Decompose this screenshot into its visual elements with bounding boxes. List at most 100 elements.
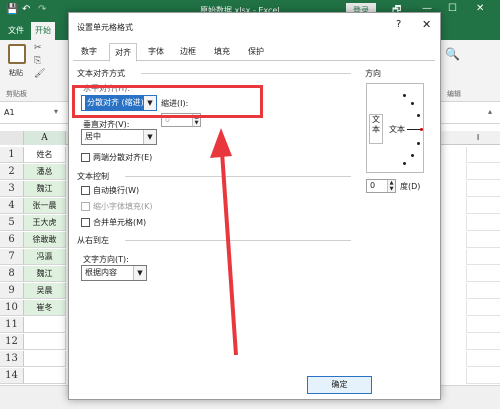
grid-cell[interactable] <box>466 283 500 299</box>
checkbox-box <box>81 153 90 162</box>
checkbox-box <box>81 202 90 211</box>
row-header[interactable]: 4 <box>0 198 24 214</box>
grid-cell[interactable] <box>466 334 500 350</box>
text-direction-select[interactable]: 根据内容 ▼ <box>81 265 147 281</box>
grid-cell[interactable] <box>466 147 500 163</box>
grid-cell[interactable] <box>466 181 500 197</box>
tab-number[interactable]: 数字 <box>81 46 97 57</box>
find-icon[interactable]: 🔍 <box>445 47 460 61</box>
row-header[interactable]: 3 <box>0 181 24 197</box>
maximize-icon[interactable]: ☐ <box>448 3 457 14</box>
copy-icon[interactable]: ⎘ <box>34 56 41 66</box>
row-header[interactable]: 7 <box>0 249 24 265</box>
grid-cell[interactable] <box>466 249 500 265</box>
clipboard-group-label: 剪贴板 <box>6 90 27 98</box>
redo-icon[interactable]: ↷ <box>38 4 46 16</box>
checkbox-box <box>81 186 90 195</box>
row-header[interactable]: 6 <box>0 232 24 248</box>
name-box-dropdown-icon[interactable]: ▾ <box>54 107 58 116</box>
grid-cell[interactable] <box>466 198 500 214</box>
text-control-group-title: 文本控制 <box>77 172 109 181</box>
grid-cell[interactable] <box>466 368 500 384</box>
cell-a[interactable]: 姓名 <box>24 147 66 163</box>
wrap-text-label: 自动换行(W) <box>93 186 140 195</box>
cell-a[interactable]: 冯瀛 <box>24 249 66 265</box>
chevron-down-icon: ▼ <box>143 130 156 144</box>
save-icon[interactable]: 💾 <box>6 4 18 16</box>
cell-a[interactable]: 魏江 <box>24 181 66 197</box>
ok-button[interactable]: 确定 <box>307 376 372 394</box>
row-header[interactable]: 9 <box>0 283 24 299</box>
row-header[interactable]: 10 <box>0 300 24 316</box>
name-box[interactable]: A1 <box>4 108 15 117</box>
orientation-mark <box>403 94 406 97</box>
cell-a[interactable]: 吴晨 <box>24 283 66 299</box>
column-header-a[interactable]: A <box>24 131 66 145</box>
degree-stepper[interactable]: 0 ▲ ▼ <box>366 179 396 193</box>
orientation-mark <box>403 162 406 165</box>
chevron-down-icon: ▼ <box>133 266 146 280</box>
divider <box>141 73 351 74</box>
format-painter-icon[interactable]: 🖌 <box>34 69 45 79</box>
grid-cell[interactable] <box>466 317 500 333</box>
tab-font[interactable]: 字体 <box>148 46 164 57</box>
dialog-title: 设置单元格格式 <box>77 23 133 32</box>
cell-a[interactable] <box>24 317 66 333</box>
cell-a[interactable] <box>24 334 66 350</box>
cell-a[interactable]: 王大虎 <box>24 215 66 231</box>
vertical-text-box[interactable]: 文本 <box>369 114 383 144</box>
cell-a[interactable] <box>24 368 66 384</box>
grid-cell[interactable] <box>466 300 500 316</box>
cut-icon[interactable]: ✂ <box>34 43 42 53</box>
shrink-to-fit-label: 缩小字体填充(K) <box>93 202 153 211</box>
cell-a[interactable]: 潘总 <box>24 164 66 180</box>
dialog-tabs: 数字 对齐 字体 边框 填充 保护 <box>73 43 435 62</box>
column-header-i[interactable]: I <box>463 131 493 145</box>
paste-icon[interactable] <box>8 44 26 64</box>
row-header[interactable]: 5 <box>0 215 24 231</box>
degree-value: 0 <box>370 181 376 190</box>
distributed-justify-label: 两端分散对齐(E) <box>93 153 153 162</box>
orientation-pointer <box>407 129 421 130</box>
cell-a[interactable]: 徐敢敢 <box>24 232 66 248</box>
horizontal-text-sample: 文本 <box>389 125 405 134</box>
row-header[interactable]: 14 <box>0 368 24 384</box>
shrink-to-fit-checkbox[interactable]: 缩小字体填充(K) <box>81 201 153 212</box>
cell-a[interactable]: 张一晨 <box>24 198 66 214</box>
dialog-close-button[interactable]: ✕ <box>422 18 431 31</box>
tab-protection[interactable]: 保护 <box>248 46 264 57</box>
orientation-handle[interactable] <box>420 128 423 131</box>
row-header[interactable]: 1 <box>0 147 24 163</box>
help-button[interactable]: ? <box>396 19 401 30</box>
tab-border[interactable]: 边框 <box>180 46 196 57</box>
distributed-justify-checkbox[interactable]: 两端分散对齐(E) <box>81 152 152 163</box>
wrap-text-checkbox[interactable]: 自动换行(W) <box>81 185 139 196</box>
grid-cell[interactable] <box>466 351 500 367</box>
tab-home[interactable]: 开始 <box>31 22 55 40</box>
tab-alignment[interactable]: 对齐 <box>109 43 137 62</box>
expand-formula-icon[interactable]: ▴ <box>488 107 492 116</box>
tab-fill[interactable]: 填充 <box>214 46 230 57</box>
vertical-align-select[interactable]: 居中 ▼ <box>81 129 157 145</box>
cell-a[interactable]: 魏江 <box>24 266 66 282</box>
cell-a[interactable] <box>24 351 66 367</box>
grid-cell[interactable] <box>466 164 500 180</box>
undo-icon[interactable]: ↶ <box>22 4 30 16</box>
degree-label: 度(D) <box>400 182 421 191</box>
select-all-corner[interactable] <box>0 131 24 145</box>
close-window-icon[interactable]: ✕ <box>476 3 484 14</box>
row-header[interactable]: 11 <box>0 317 24 333</box>
merge-cells-checkbox[interactable]: 合并单元格(M) <box>81 217 146 228</box>
orientation-mark <box>417 142 420 145</box>
grid-cell[interactable] <box>466 215 500 231</box>
row-header[interactable]: 12 <box>0 334 24 350</box>
row-header[interactable]: 2 <box>0 164 24 180</box>
tab-file[interactable]: 文件 <box>8 25 24 36</box>
cell-a[interactable]: 崔冬 <box>24 300 66 316</box>
grid-cell[interactable] <box>466 266 500 282</box>
orientation-dial[interactable]: 文本 文本 <box>366 83 424 173</box>
spinner-arrows-icon[interactable]: ▲ ▼ <box>387 180 395 192</box>
row-header[interactable]: 8 <box>0 266 24 282</box>
row-header[interactable]: 13 <box>0 351 24 367</box>
grid-cell[interactable] <box>466 232 500 248</box>
